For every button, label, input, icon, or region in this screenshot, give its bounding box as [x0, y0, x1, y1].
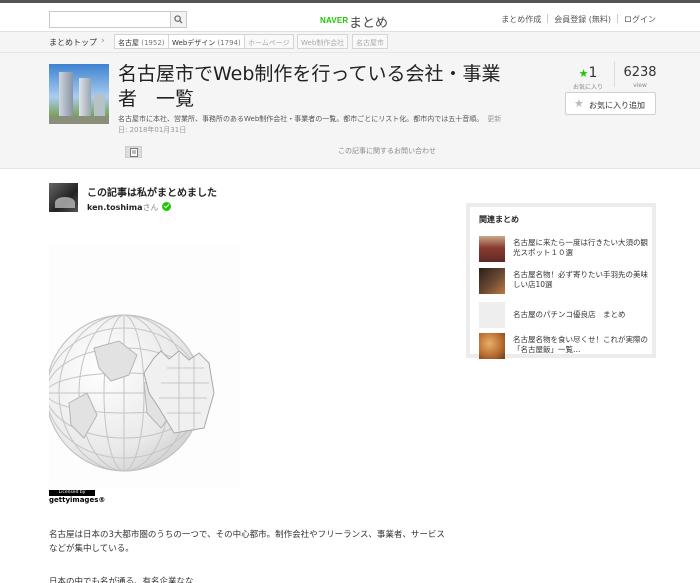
author-suffix: さん — [142, 203, 159, 212]
breadcrumb: まとめトップ › 名古屋 (1952) Webデザイン (1794) ホームペー… — [0, 32, 700, 53]
view-count-label: view — [633, 82, 647, 89]
star-icon: ★ — [574, 97, 584, 110]
top-bar: NAVER まとめ まとめ作成 会員登録 (無料) ログイン — [0, 0, 700, 32]
related-heading: 関連まとめ — [479, 215, 519, 224]
clip-icon — [130, 148, 138, 157]
tag-count: (1794) — [217, 39, 241, 47]
logo-naver: NAVER — [320, 16, 349, 25]
tag-count: (1952) — [141, 39, 165, 47]
logo-matome: まとめ — [349, 16, 389, 31]
related-thumbnail — [479, 268, 505, 294]
article-description: 名古屋市に本社、営業所、事務所のあるWeb制作会社・事業者の一覧。都市ごとにリス… — [118, 114, 508, 136]
login-link[interactable]: ログイン — [624, 14, 656, 25]
related-item[interactable]: 名古屋名物を食い尽くせ！これが実際の「名古屋飯」一覧… — [479, 333, 651, 359]
tag-homepage[interactable]: ホームページ — [244, 34, 294, 49]
getty-credit[interactable]: Licensed by gettyimages® — [49, 490, 106, 504]
tag-label: Webデザイン — [172, 39, 216, 47]
fav-count-label: お気に入り — [572, 84, 603, 91]
tag-web-production[interactable]: Web制作会社 — [297, 34, 349, 49]
inquiry-link[interactable]: この記事に関するお問い合わせ — [338, 146, 436, 156]
favorite-count: ★1 お気に入り — [568, 62, 608, 91]
avatar[interactable] — [49, 183, 78, 212]
divider — [547, 14, 549, 23]
star-icon: ★ — [578, 67, 589, 80]
clip-button[interactable] — [125, 146, 142, 158]
breadcrumb-home[interactable]: まとめトップ — [49, 37, 97, 48]
related-thumbnail — [479, 302, 505, 328]
getty-images-logo: gettyimages® — [49, 496, 106, 504]
view-count: 6238 view — [620, 61, 660, 89]
related-title: 名古屋に来たら一度は行きたい大須の観光スポット１０選 — [513, 238, 648, 257]
related-item[interactable]: 名古屋に来たら一度は行きたい大須の観光スポット１０選 — [479, 236, 651, 262]
tag-nagoya[interactable]: 名古屋 (1952) — [114, 34, 169, 49]
tag-label: 名古屋 — [118, 39, 139, 47]
page-title: 名古屋市でWeb制作を行っている会社・事業者 一覧 — [118, 63, 501, 110]
tag-nagoya-city[interactable]: 名古屋市 — [352, 34, 388, 49]
related-matome-panel: 関連まとめ 名古屋に来たら一度は行きたい大須の観光スポット１０選 名古屋名物！必… — [466, 203, 656, 359]
related-title: 名古屋名物！必ず寄りたい手羽先の美味しい店10選 — [513, 270, 648, 289]
fav-count-number: 1 — [588, 65, 598, 81]
search-button[interactable] — [170, 12, 186, 27]
tag-label: 名古屋市 — [356, 39, 384, 47]
chevron-right-icon: › — [101, 36, 105, 46]
search-box — [49, 11, 187, 28]
verified-icon — [161, 202, 171, 211]
register-link[interactable]: 会員登録 (無料) — [554, 14, 611, 25]
body-paragraph: 日本の中でも名が通る、有名企業なな — [49, 577, 194, 583]
search-input[interactable] — [50, 12, 170, 27]
related-title: 名古屋のパチンコ優良店 まとめ — [513, 310, 626, 319]
related-title: 名古屋名物を食い尽くせ！これが実際の「名古屋飯」一覧… — [513, 335, 648, 354]
related-thumbnail — [479, 236, 505, 262]
tag-label: ホームページ — [248, 39, 290, 47]
author-name[interactable]: ken.toshima — [87, 203, 143, 212]
body-paragraph: 名古屋は日本の3大都市圏のうちの一つで、その中心都市。制作会社やフリーランス、事… — [49, 530, 445, 554]
related-item[interactable]: 名古屋名物！必ず寄りたい手羽先の美味しい店10選 — [479, 268, 651, 294]
related-thumbnail — [479, 333, 505, 359]
tag-webdesign[interactable]: Webデザイン (1794) — [168, 34, 245, 49]
related-item[interactable]: 名古屋のパチンコ優良店 まとめ — [479, 302, 651, 328]
article-header: 名古屋市でWeb制作を行っている会社・事業者 一覧 名古屋市に本社、営業所、事務… — [0, 53, 700, 169]
globe-cursor-illustration — [45, 243, 240, 487]
author-name-line: ken.toshimaさん — [87, 202, 171, 213]
divider — [617, 14, 618, 23]
tag-label: Web制作会社 — [301, 39, 345, 47]
description-text: 名古屋市に本社、営業所、事務所のあるWeb制作会社・事業者の一覧。都市ごとにリス… — [118, 115, 484, 123]
article-image — [45, 243, 240, 487]
search-icon — [174, 15, 183, 24]
top-links: まとめ作成 会員登録 (無料) ログイン — [501, 14, 656, 25]
add-favorite-label: お気に入り追加 — [589, 101, 645, 110]
create-matome-link[interactable]: まとめ作成 — [501, 14, 541, 25]
divider — [614, 61, 615, 87]
view-count-number: 6238 — [623, 65, 657, 80]
article-thumbnail — [49, 64, 109, 124]
author-heading: この記事は私がまとめました — [87, 188, 217, 199]
add-favorite-button[interactable]: ★ お気に入り追加 — [565, 92, 656, 115]
